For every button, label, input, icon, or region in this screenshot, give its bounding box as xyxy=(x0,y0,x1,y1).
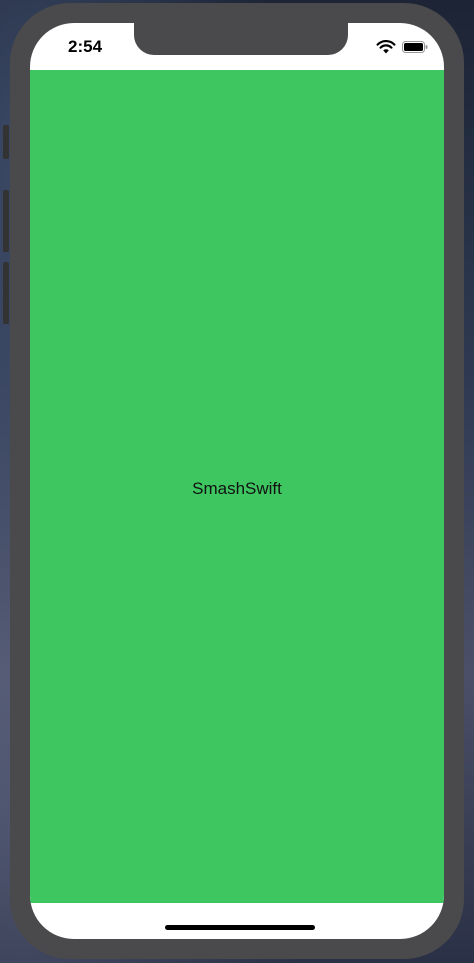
volume-up-button xyxy=(3,190,9,252)
device-notch xyxy=(134,23,348,55)
main-view: SmashSwift xyxy=(30,70,444,903)
status-bar-time: 2:54 xyxy=(68,37,103,56)
volume-down-button xyxy=(3,262,9,324)
app-title-label: SmashSwift xyxy=(192,479,282,498)
ring-switch xyxy=(3,125,9,159)
simulator-device-frame: 2:54 SmashSwift xyxy=(10,3,464,959)
device-screen: 2:54 SmashSwift xyxy=(30,23,444,939)
battery-icon xyxy=(402,41,428,53)
home-indicator[interactable] xyxy=(165,925,315,930)
wifi-icon xyxy=(376,40,396,54)
